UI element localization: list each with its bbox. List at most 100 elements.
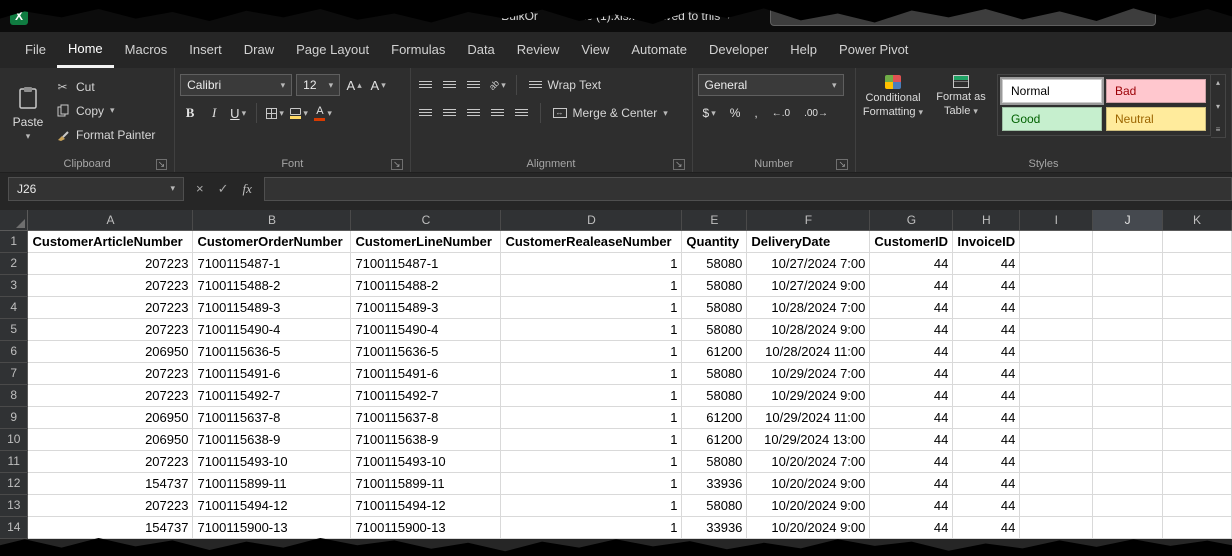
tab-file[interactable]: File bbox=[14, 32, 57, 68]
gallery-scroll-down-icon[interactable]: ▾ bbox=[1216, 102, 1220, 111]
cell-K8[interactable] bbox=[1163, 385, 1232, 407]
cell-I3[interactable] bbox=[1020, 275, 1093, 297]
cell-J3[interactable] bbox=[1093, 275, 1163, 297]
cell-D7[interactable]: 1 bbox=[501, 363, 682, 385]
cell-H13[interactable]: 44 bbox=[953, 495, 1020, 517]
cell-H3[interactable]: 44 bbox=[953, 275, 1020, 297]
paste-button[interactable]: Paste ▾ bbox=[5, 71, 51, 156]
cell-K12[interactable] bbox=[1163, 473, 1232, 495]
row-header-10[interactable]: 10 bbox=[0, 429, 28, 451]
cell-H7[interactable]: 44 bbox=[953, 363, 1020, 385]
merge-center-button[interactable]: ↔ Merge & Center ▾ bbox=[549, 103, 672, 124]
cell-B6[interactable]: 7100115636-5 bbox=[193, 341, 351, 363]
cell-H2[interactable]: 44 bbox=[953, 253, 1020, 275]
cell-F12[interactable]: 10/20/2024 9:00 bbox=[747, 473, 870, 495]
orientation-button[interactable]: ab▾ bbox=[488, 74, 508, 96]
row-header-11[interactable]: 11 bbox=[0, 451, 28, 473]
row-header-1[interactable]: 1 bbox=[0, 231, 28, 253]
cell-D1[interactable]: CustomerRealeaseNumber bbox=[501, 231, 682, 253]
cell-A11[interactable]: 207223 bbox=[28, 451, 193, 473]
row-header-9[interactable]: 9 bbox=[0, 407, 28, 429]
tab-page-layout[interactable]: Page Layout bbox=[285, 32, 380, 68]
row-header-2[interactable]: 2 bbox=[0, 253, 28, 275]
cell-G1[interactable]: CustomerID bbox=[870, 231, 953, 253]
cell-C13[interactable]: 7100115494-12 bbox=[351, 495, 501, 517]
clipboard-dialog-launcher-icon[interactable]: ↘ bbox=[156, 159, 168, 170]
cell-I1[interactable] bbox=[1020, 231, 1093, 253]
cell-J14[interactable] bbox=[1093, 517, 1163, 539]
cell-G3[interactable]: 44 bbox=[870, 275, 953, 297]
cell-F14[interactable]: 10/20/2024 9:00 bbox=[747, 517, 870, 539]
cell-D9[interactable]: 1 bbox=[501, 407, 682, 429]
row-header-5[interactable]: 5 bbox=[0, 319, 28, 341]
cell-K13[interactable] bbox=[1163, 495, 1232, 517]
row-header-6[interactable]: 6 bbox=[0, 341, 28, 363]
cell-K10[interactable] bbox=[1163, 429, 1232, 451]
cell-K4[interactable] bbox=[1163, 297, 1232, 319]
search-box[interactable] bbox=[770, 5, 1156, 26]
cell-K3[interactable] bbox=[1163, 275, 1232, 297]
column-header-K[interactable]: K bbox=[1163, 210, 1232, 231]
cell-H6[interactable]: 44 bbox=[953, 341, 1020, 363]
italic-button[interactable]: I bbox=[204, 102, 224, 124]
cell-K1[interactable] bbox=[1163, 231, 1232, 253]
cell-F8[interactable]: 10/29/2024 9:00 bbox=[747, 385, 870, 407]
cell-F6[interactable]: 10/28/2024 11:00 bbox=[747, 341, 870, 363]
cell-E6[interactable]: 61200 bbox=[682, 341, 747, 363]
cell-C10[interactable]: 7100115638-9 bbox=[351, 429, 501, 451]
cell-C3[interactable]: 7100115488-2 bbox=[351, 275, 501, 297]
cell-E5[interactable]: 58080 bbox=[682, 319, 747, 341]
row-header-7[interactable]: 7 bbox=[0, 363, 28, 385]
cell-A13[interactable]: 207223 bbox=[28, 495, 193, 517]
font-name-combo[interactable]: Calibri ▾ bbox=[180, 74, 292, 96]
insert-function-icon[interactable]: fx bbox=[243, 181, 252, 197]
number-dialog-launcher-icon[interactable]: ↘ bbox=[836, 159, 848, 170]
column-header-B[interactable]: B bbox=[193, 210, 351, 231]
underline-button[interactable]: U▾ bbox=[228, 102, 248, 124]
cell-J11[interactable] bbox=[1093, 451, 1163, 473]
cell-G13[interactable]: 44 bbox=[870, 495, 953, 517]
cell-A4[interactable]: 207223 bbox=[28, 297, 193, 319]
cell-J13[interactable] bbox=[1093, 495, 1163, 517]
copy-button[interactable]: Copy ▾ bbox=[51, 100, 159, 121]
column-header-J[interactable]: J bbox=[1093, 210, 1163, 231]
cell-E9[interactable]: 61200 bbox=[682, 407, 747, 429]
cell-G6[interactable]: 44 bbox=[870, 341, 953, 363]
cell-A10[interactable]: 206950 bbox=[28, 429, 193, 451]
cell-H5[interactable]: 44 bbox=[953, 319, 1020, 341]
cell-G11[interactable]: 44 bbox=[870, 451, 953, 473]
cell-D4[interactable]: 1 bbox=[501, 297, 682, 319]
cell-E4[interactable]: 58080 bbox=[682, 297, 747, 319]
cut-button[interactable]: ✂ Cut bbox=[51, 76, 159, 97]
tab-insert[interactable]: Insert bbox=[178, 32, 233, 68]
tab-power-pivot[interactable]: Power Pivot bbox=[828, 32, 919, 68]
cell-H4[interactable]: 44 bbox=[953, 297, 1020, 319]
align-right-button[interactable] bbox=[464, 102, 484, 124]
style-bad[interactable]: Bad bbox=[1106, 79, 1206, 103]
cell-E8[interactable]: 58080 bbox=[682, 385, 747, 407]
cell-H14[interactable]: 44 bbox=[953, 517, 1020, 539]
cell-F11[interactable]: 10/20/2024 7:00 bbox=[747, 451, 870, 473]
column-header-I[interactable]: I bbox=[1020, 210, 1093, 231]
cell-I14[interactable] bbox=[1020, 517, 1093, 539]
cell-K2[interactable] bbox=[1163, 253, 1232, 275]
decrease-indent-button[interactable] bbox=[488, 102, 508, 124]
cell-I5[interactable] bbox=[1020, 319, 1093, 341]
cell-H8[interactable]: 44 bbox=[953, 385, 1020, 407]
cell-C2[interactable]: 7100115487-1 bbox=[351, 253, 501, 275]
gallery-more-icon[interactable]: ≡ bbox=[1216, 125, 1221, 134]
cell-K9[interactable] bbox=[1163, 407, 1232, 429]
cell-G14[interactable]: 44 bbox=[870, 517, 953, 539]
decrease-font-size-button[interactable]: A▾ bbox=[368, 74, 388, 96]
borders-button[interactable]: ▾ bbox=[265, 102, 285, 124]
cell-E14[interactable]: 33936 bbox=[682, 517, 747, 539]
style-gallery-scrollbar[interactable]: ▴ ▾ ≡ bbox=[1211, 74, 1226, 138]
align-left-button[interactable] bbox=[416, 102, 436, 124]
cell-E11[interactable]: 58080 bbox=[682, 451, 747, 473]
column-header-C[interactable]: C bbox=[351, 210, 501, 231]
cell-D3[interactable]: 1 bbox=[501, 275, 682, 297]
align-bottom-button[interactable] bbox=[464, 74, 484, 96]
column-header-F[interactable]: F bbox=[747, 210, 870, 231]
cell-D5[interactable]: 1 bbox=[501, 319, 682, 341]
cell-C6[interactable]: 7100115636-5 bbox=[351, 341, 501, 363]
